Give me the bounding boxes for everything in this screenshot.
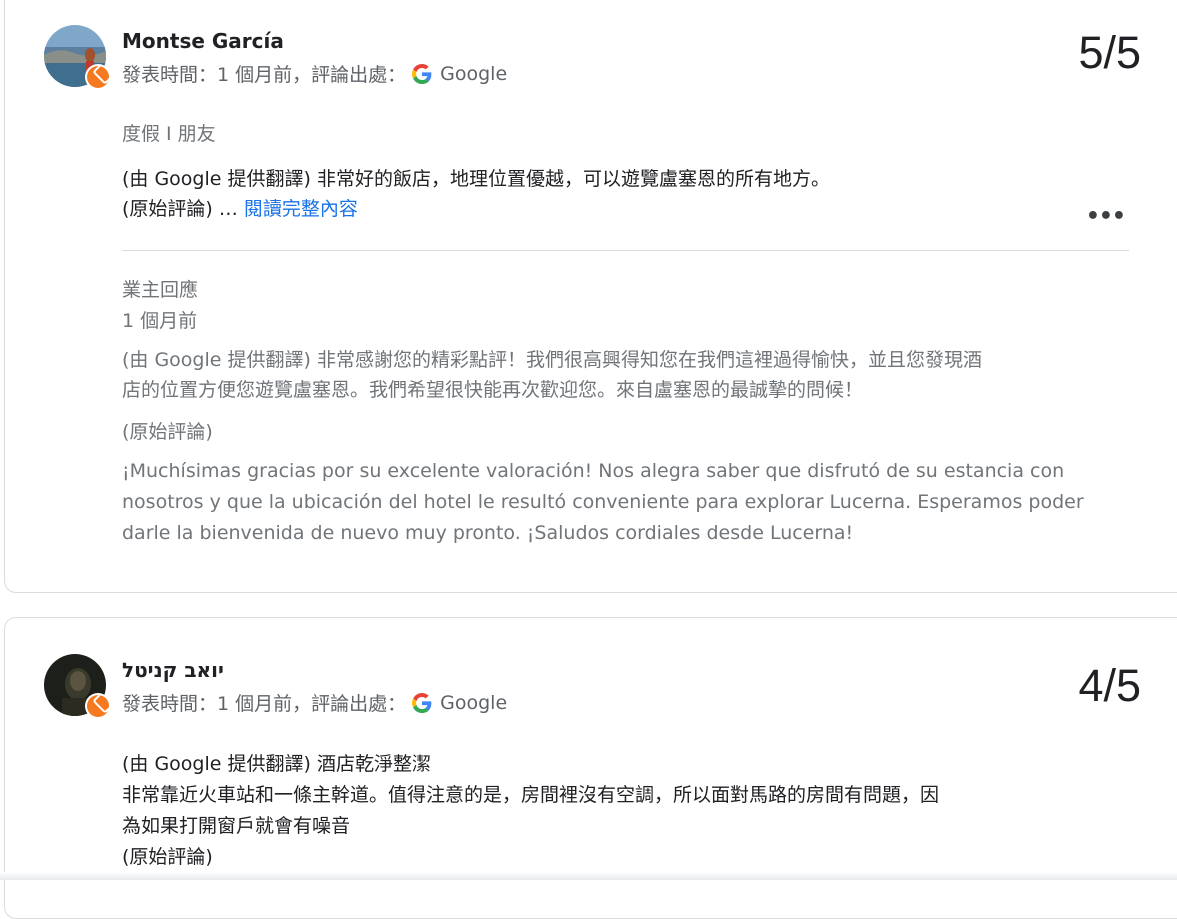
review-score: 4/5 [1078, 660, 1141, 711]
owner-reply-time: 1 個月前 [122, 310, 198, 332]
local-guide-badge-icon [85, 693, 111, 719]
review-meta: 發表時間：1 個月前，評論出處： Google [122, 689, 507, 716]
review-card: Montse García 發表時間：1 個月前，評論出處： Google 5/… [4, 0, 1177, 593]
owner-reply-original-label: (原始評論) [122, 421, 213, 443]
owner-reply-original-line: ¡Muchísimas gracias por su excelente val… [122, 460, 1065, 482]
owner-reply-translated-line: (由 Google 提供翻譯) 非常感謝您的精彩點評！我們很高興得知您在我們這裡… [122, 349, 982, 371]
owner-reply-original-line: darle la bienvenida de nuevo muy pronto.… [122, 522, 854, 544]
reviewer-avatar[interactable] [44, 654, 111, 719]
review-text-line: 為如果打開窗戶就會有噪音 [122, 815, 351, 837]
reviewer-name[interactable]: יואב קניטל [122, 658, 224, 682]
reviewer-avatar[interactable] [44, 25, 111, 90]
review-source: Google [440, 691, 508, 714]
local-guide-badge-icon [85, 64, 111, 90]
trip-type: 度假 I 朋友 [122, 123, 216, 145]
review-text-line: (由 Google 提供翻譯) 酒店乾淨整潔 [122, 753, 431, 775]
review-translated-text: (由 Google 提供翻譯) 非常好的飯店，地理位置優越，可以遊覽盧塞恩的所有… [122, 168, 830, 190]
owner-reply-translated-line: 店的位置方便您遊覽盧塞恩。我們希望很快能再次歡迎您。來自盧塞恩的最誠摯的問候！ [122, 379, 864, 401]
review-score: 5/5 [1078, 27, 1141, 78]
owner-reply-title: 業主回應 [122, 279, 199, 301]
read-more-link[interactable]: 閱讀完整內容 [244, 198, 358, 220]
scroll-shadow [0, 872, 1177, 880]
divider [122, 250, 1129, 251]
review-meta: 發表時間：1 個月前，評論出處： Google [122, 60, 507, 87]
original-review-label: (原始評論) [122, 846, 213, 868]
google-logo-icon [412, 63, 432, 84]
owner-reply-original-line: nosotros y que la ubicación del hotel le… [122, 491, 1084, 513]
original-review-label: (原始評論) … [122, 198, 244, 220]
more-options-icon[interactable]: ••• [1086, 204, 1126, 229]
review-text-line: 非常靠近火車站和一條主幹道。值得注意的是，房間裡沒有空調，所以面對馬路的房間有問… [122, 784, 940, 806]
review-time-label: 發表時間：1 個月前，評論出處： [122, 64, 407, 86]
review-original-row: (原始評論) … 閱讀完整內容 [122, 194, 358, 224]
review-time-label: 發表時間：1 個月前，評論出處： [122, 693, 407, 715]
google-logo-icon [412, 692, 432, 713]
review-source: Google [440, 62, 508, 85]
reviewer-name[interactable]: Montse García [122, 29, 284, 53]
